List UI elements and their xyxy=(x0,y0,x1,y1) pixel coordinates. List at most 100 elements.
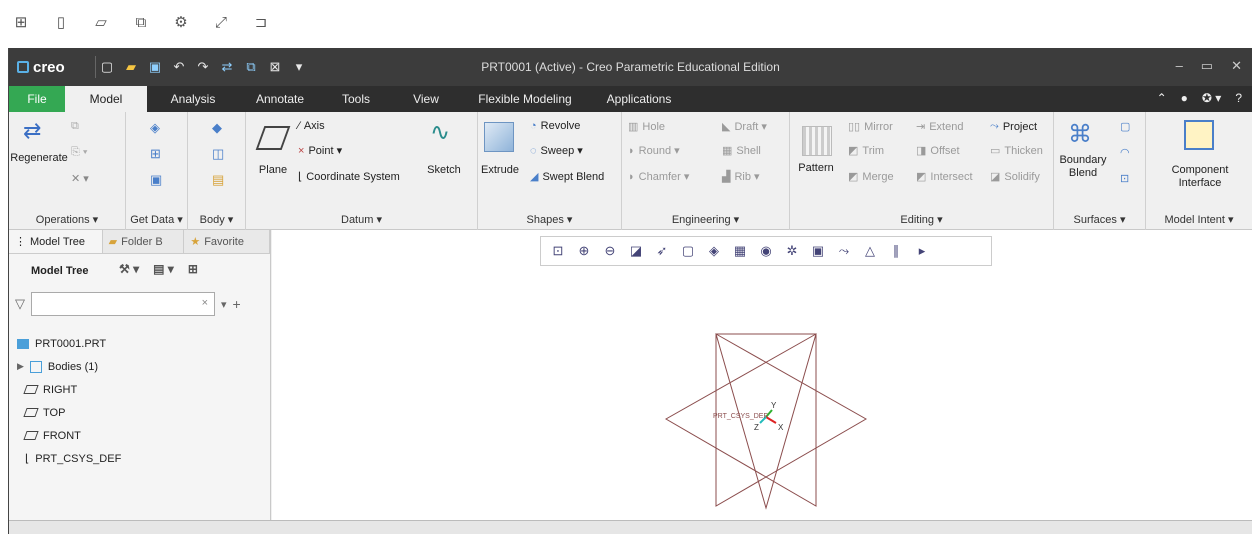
regenerate-button[interactable]: Regenerate xyxy=(9,152,69,165)
surfaces-label[interactable]: Surfaces ▾ xyxy=(1054,213,1145,226)
shrinkwrap-icon[interactable]: ▣ xyxy=(150,172,162,188)
learning-icon[interactable]: ✪ ▾ xyxy=(1202,91,1221,105)
boolean-icon[interactable]: ◫ xyxy=(212,146,224,162)
style-icon[interactable]: ◠ xyxy=(1120,146,1130,159)
tree-item-bodies[interactable]: ▶ Bodies (1) xyxy=(17,355,267,378)
tab-flexible-modeling[interactable]: Flexible Modeling xyxy=(461,86,589,112)
fill-icon[interactable]: ▢ xyxy=(1120,120,1130,133)
search-input[interactable]: × xyxy=(31,292,215,316)
shell-button[interactable]: ▦ Shell xyxy=(722,144,761,158)
pattern-button[interactable]: Pattern xyxy=(794,162,838,175)
body-label[interactable]: Body ▾ xyxy=(188,213,245,226)
operations-label[interactable]: Operations ▾ xyxy=(9,213,125,226)
extrude-icon[interactable] xyxy=(484,122,514,152)
datum-label[interactable]: Datum ▾ xyxy=(246,213,477,226)
delete-icon[interactable]: ✕ ▾ xyxy=(71,172,89,185)
plane-button[interactable]: Plane xyxy=(256,164,290,177)
screen-icon[interactable]: ⊐ xyxy=(252,14,270,32)
coordinate-system[interactable]: PRT_CSYS_DEF Y X Z xyxy=(713,401,784,432)
round-button[interactable]: ◗ Round ▾ xyxy=(628,144,680,158)
grid-icon[interactable]: ⊞ xyxy=(12,14,30,32)
component-interface-icon[interactable] xyxy=(1184,120,1214,150)
tree-item-right[interactable]: RIGHT xyxy=(17,378,267,401)
tree-item-top[interactable]: TOP xyxy=(17,401,267,424)
plane-icon[interactable] xyxy=(255,126,291,150)
customize-icon[interactable]: ▾ xyxy=(292,59,306,75)
maximize-icon[interactable]: ▭ xyxy=(1201,58,1213,74)
regenerate-icon[interactable]: ⇄ xyxy=(23,118,53,148)
intersect-button[interactable]: ◩ Intersect xyxy=(916,170,973,184)
model-intent-label[interactable]: Model Intent ▾ xyxy=(1146,213,1252,226)
dropdown-icon[interactable]: ▾ xyxy=(221,298,227,311)
collapse-ribbon-icon[interactable]: ⌃ xyxy=(1157,91,1167,105)
gear-icon[interactable]: ⚙ xyxy=(172,14,190,32)
close-window-icon[interactable]: ⊠ xyxy=(268,59,282,75)
project-button[interactable]: ⤳ Project xyxy=(990,120,1037,133)
draft-button[interactable]: ◣ Draft ▾ xyxy=(722,120,767,133)
tab-analysis[interactable]: Analysis xyxy=(147,86,239,112)
copy-icon[interactable]: ⧉ xyxy=(132,14,150,32)
shapes-label[interactable]: Shapes ▾ xyxy=(478,213,621,226)
help-icon[interactable]: ? xyxy=(1235,91,1242,105)
tree-item-csys[interactable]: ⌊ PRT_CSYS_DEF xyxy=(17,447,267,470)
search-icon[interactable]: ● xyxy=(1181,91,1188,105)
engineering-label[interactable]: Engineering ▾ xyxy=(622,213,789,226)
component-interface-button[interactable]: Component Interface xyxy=(1154,164,1246,190)
split-body-icon[interactable]: ▤ xyxy=(212,172,224,188)
settings-icon[interactable]: ⚒ ▾ xyxy=(119,262,139,276)
open-folder-icon[interactable]: ▰ xyxy=(124,59,138,75)
sketch-button[interactable]: Sketch xyxy=(422,164,466,177)
tab-applications[interactable]: Applications xyxy=(589,86,689,112)
expand-icon[interactable]: ⤢ xyxy=(212,14,230,32)
tab-favorites[interactable]: ★ Favorite xyxy=(184,230,270,253)
tab-folder-browser[interactable]: ▰ Folder B xyxy=(102,230,185,253)
funnel-icon[interactable]: ▽ xyxy=(15,296,25,312)
get-data-label[interactable]: Get Data ▾ xyxy=(126,213,187,226)
merge-button[interactable]: ◩ Merge xyxy=(848,170,894,184)
copy-icon[interactable]: ⧉ xyxy=(71,120,79,133)
hole-button[interactable]: ▥ Hole xyxy=(628,120,665,134)
tab-file[interactable]: File xyxy=(9,86,65,112)
minimize-icon[interactable]: – xyxy=(1176,58,1183,74)
paste-icon[interactable]: ⎘ ▾ xyxy=(71,146,87,159)
copy-geometry-icon[interactable]: ⊞ xyxy=(150,146,161,162)
redo-icon[interactable]: ↷ xyxy=(196,59,210,75)
close-icon[interactable]: ✕ xyxy=(1231,58,1242,74)
offset-button[interactable]: ◨ Offset xyxy=(916,144,960,158)
body-icon[interactable]: ◆ xyxy=(212,120,222,136)
extrude-button[interactable]: Extrude xyxy=(478,164,522,177)
regenerate-icon[interactable]: ⇄ xyxy=(220,59,234,75)
pattern-icon[interactable] xyxy=(802,126,832,156)
boundary-blend-button[interactable]: Boundary Blend xyxy=(1056,154,1110,180)
show-icon[interactable]: ▤ ▾ xyxy=(153,262,174,276)
tree-item-front[interactable]: FRONT xyxy=(17,424,267,447)
tree-item-part[interactable]: PRT0001.PRT xyxy=(17,332,267,355)
freestyle-icon[interactable]: ⊡ xyxy=(1120,172,1129,185)
tab-annotate[interactable]: Annotate xyxy=(239,86,321,112)
chamfer-button[interactable]: ◗ Chamfer ▾ xyxy=(628,170,689,184)
point-button[interactable]: × Point ▾ xyxy=(298,144,342,158)
trim-button[interactable]: ◩ Trim xyxy=(848,144,884,158)
add-icon[interactable]: + xyxy=(233,296,241,312)
new-file-icon[interactable]: ▢ xyxy=(100,59,114,75)
tab-model-tree[interactable]: ⋮ Model Tree xyxy=(9,230,103,253)
clear-icon[interactable]: × xyxy=(202,297,208,309)
save-icon[interactable]: ▣ xyxy=(148,59,162,75)
graphics-area[interactable]: ⊡ ⊕ ⊖ ◪ ➶ ▢ ◈ ▦ ◉ ✲ ▣ ⤳ △ ∥ ▸ PRT_CSYS_D… xyxy=(272,230,1252,520)
expand-arrow-icon[interactable]: ▶ xyxy=(17,361,24,372)
mirror-button[interactable]: ▯▯ Mirror xyxy=(848,120,893,134)
thicken-button[interactable]: ▭ Thicken xyxy=(990,144,1043,158)
extend-button[interactable]: ⇥ Extend xyxy=(916,120,963,134)
solidify-button[interactable]: ◪ Solidify xyxy=(990,170,1040,184)
filter-tree-icon[interactable]: ⊞ xyxy=(188,262,198,276)
tab-tools[interactable]: Tools xyxy=(321,86,391,112)
folder-icon[interactable]: ▱ xyxy=(92,14,110,32)
window-icon[interactable]: ▯ xyxy=(52,14,70,32)
undo-icon[interactable]: ↶ xyxy=(172,59,186,75)
tab-view[interactable]: View xyxy=(391,86,461,112)
revolve-button[interactable]: ◔ Revolve xyxy=(530,120,580,132)
datum-plane-right[interactable] xyxy=(715,333,817,510)
user-defined-feature-icon[interactable]: ◈ xyxy=(150,120,160,136)
sweep-button[interactable]: ◌ Sweep ▾ xyxy=(530,144,583,158)
rib-button[interactable]: ▟ Rib ▾ xyxy=(722,170,760,183)
